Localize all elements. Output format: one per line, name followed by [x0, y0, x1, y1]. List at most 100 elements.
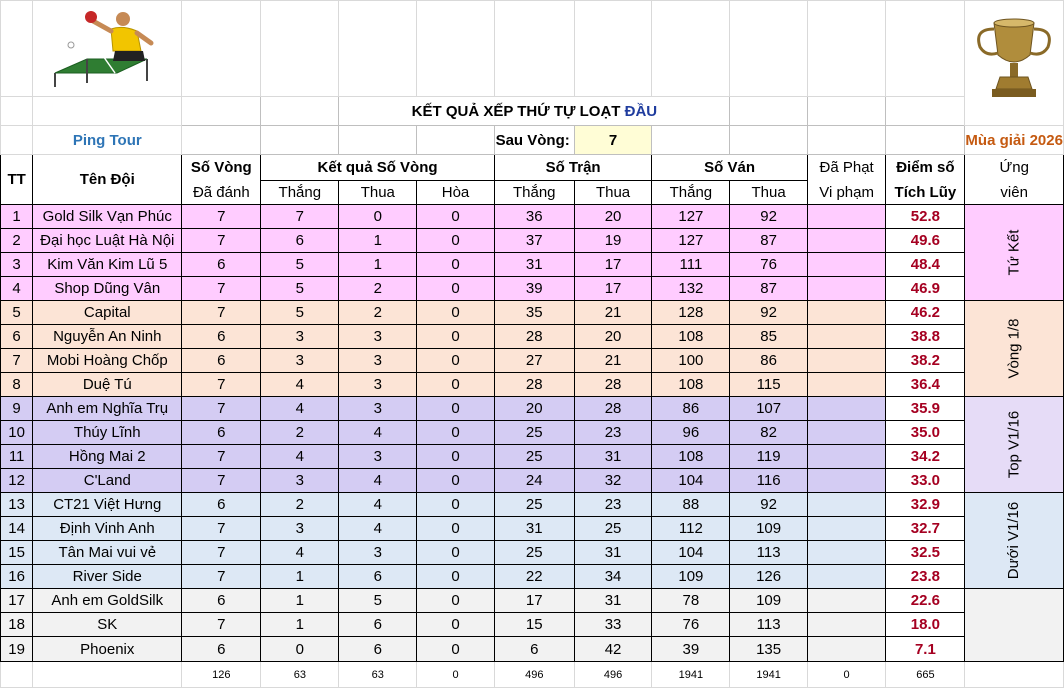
penalty[interactable]: [806, 420, 887, 445]
game-wins[interactable]: 127: [651, 228, 731, 253]
rounds-played[interactable]: 7: [181, 276, 262, 301]
penalty[interactable]: [806, 564, 887, 589]
points[interactable]: 49.6: [885, 228, 966, 253]
penalty[interactable]: [806, 204, 887, 229]
game-losses[interactable]: 109: [729, 588, 808, 613]
match-wins[interactable]: 20: [493, 396, 575, 421]
round-wins[interactable]: 3: [260, 516, 340, 541]
team-name[interactable]: C'Land: [32, 468, 183, 493]
team-rank[interactable]: 2: [0, 228, 34, 253]
team-rank[interactable]: 5: [0, 300, 34, 325]
round-losses[interactable]: 0: [338, 204, 418, 229]
penalty[interactable]: [806, 612, 887, 637]
team-name[interactable]: Anh em Nghĩa Trụ: [32, 396, 183, 421]
points[interactable]: 52.8: [885, 204, 966, 229]
round-draws[interactable]: 0: [416, 204, 495, 229]
game-losses[interactable]: 113: [729, 612, 808, 637]
match-wins[interactable]: 36: [493, 204, 575, 229]
game-losses[interactable]: 92: [729, 300, 808, 325]
round-losses[interactable]: 3: [338, 444, 418, 469]
team-name[interactable]: Nguyễn An Ninh: [32, 324, 183, 349]
team-name[interactable]: Hồng Mai 2: [32, 444, 183, 469]
team-name[interactable]: Kim Văn Kim Lũ 5: [32, 252, 183, 277]
round-draws[interactable]: 0: [416, 516, 495, 541]
rounds-played[interactable]: 7: [181, 564, 262, 589]
team-rank[interactable]: 1: [0, 204, 34, 229]
team-rank[interactable]: 7: [0, 348, 34, 373]
penalty[interactable]: [806, 372, 887, 397]
round-losses[interactable]: 2: [338, 300, 418, 325]
round-wins[interactable]: 7: [260, 204, 340, 229]
round-wins[interactable]: 4: [260, 540, 340, 565]
game-wins[interactable]: 86: [651, 396, 731, 421]
round-draws[interactable]: 0: [416, 396, 495, 421]
round-losses[interactable]: 6: [338, 612, 418, 637]
match-wins[interactable]: 25: [493, 540, 575, 565]
match-losses[interactable]: 31: [573, 540, 653, 565]
rounds-played[interactable]: 6: [181, 492, 262, 517]
game-wins[interactable]: 39: [651, 636, 731, 662]
game-wins[interactable]: 104: [651, 540, 731, 565]
team-name[interactable]: Phoenix: [32, 636, 183, 662]
team-rank[interactable]: 4: [0, 276, 34, 301]
round-wins[interactable]: 2: [260, 420, 340, 445]
round-wins[interactable]: 3: [260, 468, 340, 493]
penalty[interactable]: [806, 516, 887, 541]
match-losses[interactable]: 21: [573, 348, 653, 373]
match-losses[interactable]: 17: [573, 276, 653, 301]
penalty[interactable]: [806, 540, 887, 565]
penalty[interactable]: [806, 300, 887, 325]
match-losses[interactable]: 23: [573, 492, 653, 517]
points[interactable]: 32.9: [885, 492, 966, 517]
points[interactable]: 23.8: [885, 564, 966, 589]
team-name[interactable]: Định Vinh Anh: [32, 516, 183, 541]
team-name[interactable]: River Side: [32, 564, 183, 589]
match-losses[interactable]: 21: [573, 300, 653, 325]
game-losses[interactable]: 92: [729, 492, 808, 517]
match-wins[interactable]: 22: [493, 564, 575, 589]
game-losses[interactable]: 87: [729, 228, 808, 253]
match-wins[interactable]: 6: [493, 636, 575, 662]
match-wins[interactable]: 25: [493, 420, 575, 445]
game-losses[interactable]: 109: [729, 516, 808, 541]
round-wins[interactable]: 5: [260, 252, 340, 277]
team-name[interactable]: Shop Dũng Vân: [32, 276, 183, 301]
game-wins[interactable]: 100: [651, 348, 731, 373]
round-losses[interactable]: 6: [338, 564, 418, 589]
points[interactable]: 35.9: [885, 396, 966, 421]
round-draws[interactable]: 0: [416, 612, 495, 637]
team-name[interactable]: Thúy Lĩnh: [32, 420, 183, 445]
game-losses[interactable]: 116: [729, 468, 808, 493]
rounds-played[interactable]: 7: [181, 204, 262, 229]
match-wins[interactable]: 15: [493, 612, 575, 637]
rounds-played[interactable]: 6: [181, 324, 262, 349]
round-losses[interactable]: 4: [338, 492, 418, 517]
team-rank[interactable]: 3: [0, 252, 34, 277]
match-wins[interactable]: 35: [493, 300, 575, 325]
game-losses[interactable]: 92: [729, 204, 808, 229]
match-wins[interactable]: 31: [493, 516, 575, 541]
match-losses[interactable]: 20: [573, 324, 653, 349]
game-wins[interactable]: 88: [651, 492, 731, 517]
points[interactable]: 7.1: [885, 636, 966, 662]
match-losses[interactable]: 19: [573, 228, 653, 253]
round-wins[interactable]: 5: [260, 300, 340, 325]
round-wins[interactable]: 4: [260, 444, 340, 469]
match-wins[interactable]: 24: [493, 468, 575, 493]
round-wins[interactable]: 0: [260, 636, 340, 662]
team-rank[interactable]: 6: [0, 324, 34, 349]
round-draws[interactable]: 0: [416, 564, 495, 589]
penalty[interactable]: [806, 468, 887, 493]
points[interactable]: 22.6: [885, 588, 966, 613]
rounds-played[interactable]: 6: [181, 636, 262, 662]
game-wins[interactable]: 104: [651, 468, 731, 493]
points[interactable]: 46.9: [885, 276, 966, 301]
game-wins[interactable]: 76: [651, 612, 731, 637]
round-losses[interactable]: 3: [338, 396, 418, 421]
team-name[interactable]: Anh em GoldSilk: [32, 588, 183, 613]
rounds-played[interactable]: 7: [181, 300, 262, 325]
match-wins[interactable]: 31: [493, 252, 575, 277]
rounds-played[interactable]: 7: [181, 372, 262, 397]
round-draws[interactable]: 0: [416, 540, 495, 565]
match-losses[interactable]: 42: [573, 636, 653, 662]
